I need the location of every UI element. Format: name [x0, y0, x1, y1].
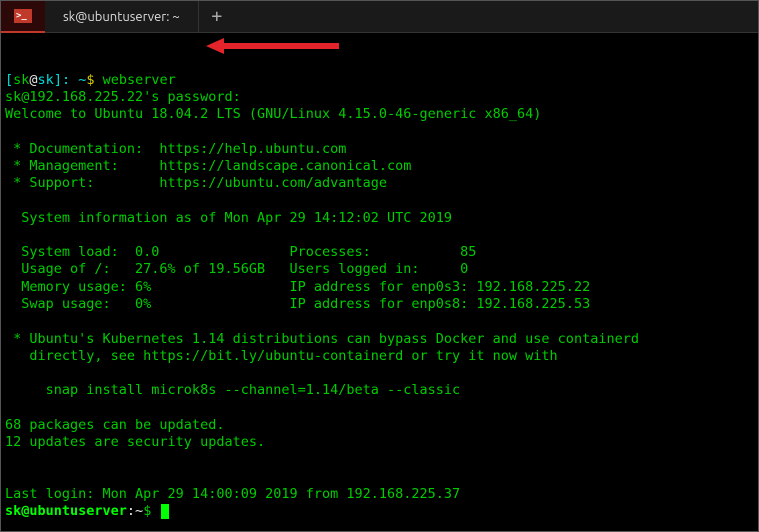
last-login-line: Last login: Mon Apr 29 14:00:09 2019 fro… — [5, 486, 460, 502]
new-tab-button[interactable]: + — [199, 1, 235, 33]
terminal-glyph-icon: >_ — [14, 9, 32, 23]
blank-line — [5, 192, 13, 208]
blank-line — [5, 400, 13, 416]
k8s-line: directly, see https://bit.ly/ubuntu-cont… — [5, 348, 558, 364]
tab-title: sk@ubuntuserver: ~ — [63, 10, 180, 24]
terminal-tab[interactable]: sk@ubuntuserver: ~ — [45, 1, 199, 33]
typed-command: webserver — [103, 72, 176, 88]
arrow-annotation-icon — [206, 38, 339, 54]
updates-line: 12 updates are security updates. — [5, 434, 265, 450]
k8s-line: * Ubuntu's Kubernetes 1.14 distributions… — [5, 331, 639, 347]
sysinfo-row: Usage of /: 27.6% of 19.56GB Users logge… — [5, 261, 468, 277]
sysinfo-row: Memory usage: 6% IP address for enp0s3: … — [5, 279, 590, 295]
doc-line: * Documentation: https://help.ubuntu.com — [5, 141, 346, 157]
blank-line — [5, 313, 13, 329]
terminal-app-icon[interactable]: >_ — [1, 1, 45, 33]
sysinfo-row: Swap usage: 0% IP address for enp0s8: 19… — [5, 296, 590, 312]
snap-line: snap install microk8s --channel=1.14/bet… — [5, 382, 460, 398]
blank-line — [5, 469, 13, 485]
welcome-line: Welcome to Ubuntu 18.04.2 LTS (GNU/Linux… — [5, 106, 541, 122]
password-prompt: sk@192.168.225.22's password: — [5, 89, 241, 105]
updates-line: 68 packages can be updated. — [5, 417, 224, 433]
blank-line — [5, 123, 13, 139]
mgmt-line: * Management: https://landscape.canonica… — [5, 158, 411, 174]
blank-line — [5, 365, 13, 381]
prompt-line-remote: sk@ubuntuserver:~$ — [5, 503, 169, 519]
blank-line — [5, 451, 13, 467]
blank-line — [5, 227, 13, 243]
support-line: * Support: https://ubuntu.com/advantage — [5, 175, 387, 191]
terminal-output[interactable]: [sk@sk]: ~$ webserver sk@192.168.225.22'… — [1, 33, 758, 524]
cursor-icon — [161, 504, 169, 519]
sysinfo-heading: System information as of Mon Apr 29 14:1… — [5, 210, 452, 226]
sysinfo-row: System load: 0.0 Processes: 85 — [5, 244, 476, 260]
tab-bar: >_ sk@ubuntuserver: ~ + — [1, 1, 758, 33]
prompt-line-local: [sk@sk]: ~$ webserver — [5, 72, 176, 88]
